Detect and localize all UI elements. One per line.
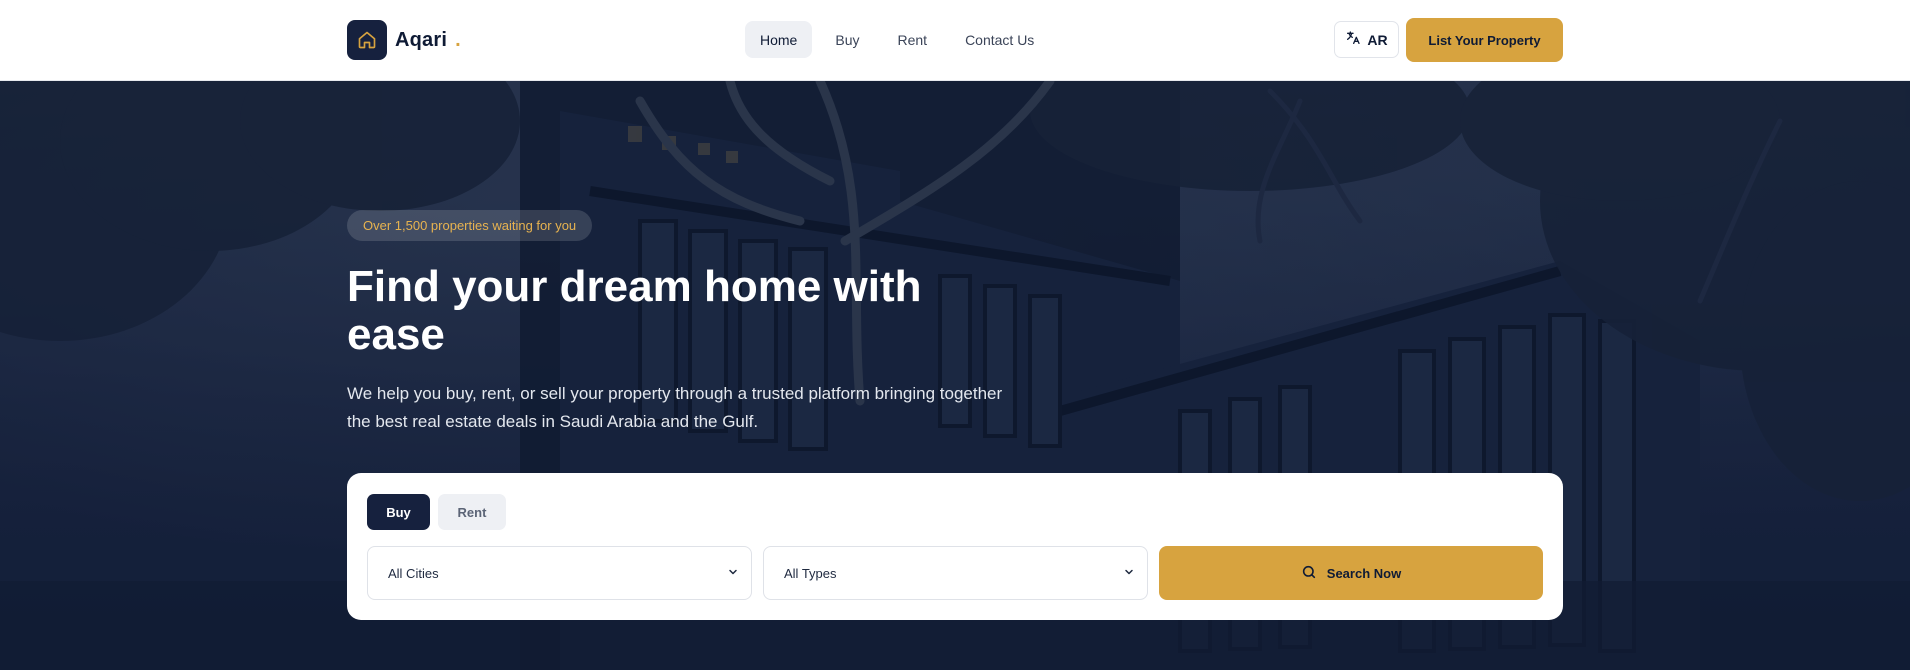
nav-buy[interactable]: Buy xyxy=(820,21,874,58)
properties-badge: Over 1,500 properties waiting for you xyxy=(347,210,593,241)
property-type-select[interactable]: All Types xyxy=(763,546,1148,600)
tab-rent[interactable]: Rent xyxy=(438,494,506,530)
home-icon xyxy=(347,20,387,60)
nav-home[interactable]: Home xyxy=(745,21,813,58)
search-tabs: Buy Rent xyxy=(367,494,506,530)
type-select-value: All Types xyxy=(784,565,837,581)
nav-rent[interactable]: Rent xyxy=(882,21,942,58)
language-toggle-button[interactable]: AR xyxy=(1334,21,1399,58)
brand-dot: . xyxy=(455,28,461,51)
nav-contact[interactable]: Contact Us xyxy=(950,21,1049,58)
chevron-down-icon xyxy=(727,566,739,581)
brand-name: Aqari xyxy=(395,28,448,51)
search-now-button[interactable]: Search Now xyxy=(1159,546,1543,600)
search-icon xyxy=(1301,564,1317,583)
chevron-down-icon xyxy=(1123,566,1135,581)
list-property-button[interactable]: List Your Property xyxy=(1406,18,1563,62)
search-button-label: Search Now xyxy=(1326,565,1402,581)
city-select[interactable]: All Cities xyxy=(367,546,752,600)
hero-title: Find your dream home with ease xyxy=(347,262,922,359)
main-nav: Home Buy Rent Contact Us xyxy=(745,21,1049,58)
translate-icon xyxy=(1345,30,1361,49)
city-select-value: All Cities xyxy=(388,565,439,581)
hero-section: Over 1,500 properties waiting for you Fi… xyxy=(0,81,1910,670)
search-card: Buy Rent All Cities All Types Search Now xyxy=(347,473,1563,620)
brand-logo[interactable]: Aqari. xyxy=(347,20,461,60)
tab-buy[interactable]: Buy xyxy=(367,494,430,530)
hero-subtitle: We help you buy, rent, or sell your prop… xyxy=(347,384,1003,431)
top-header: Aqari. Home Buy Rent Contact Us AR List … xyxy=(0,0,1910,81)
language-label: AR xyxy=(1367,31,1388,48)
